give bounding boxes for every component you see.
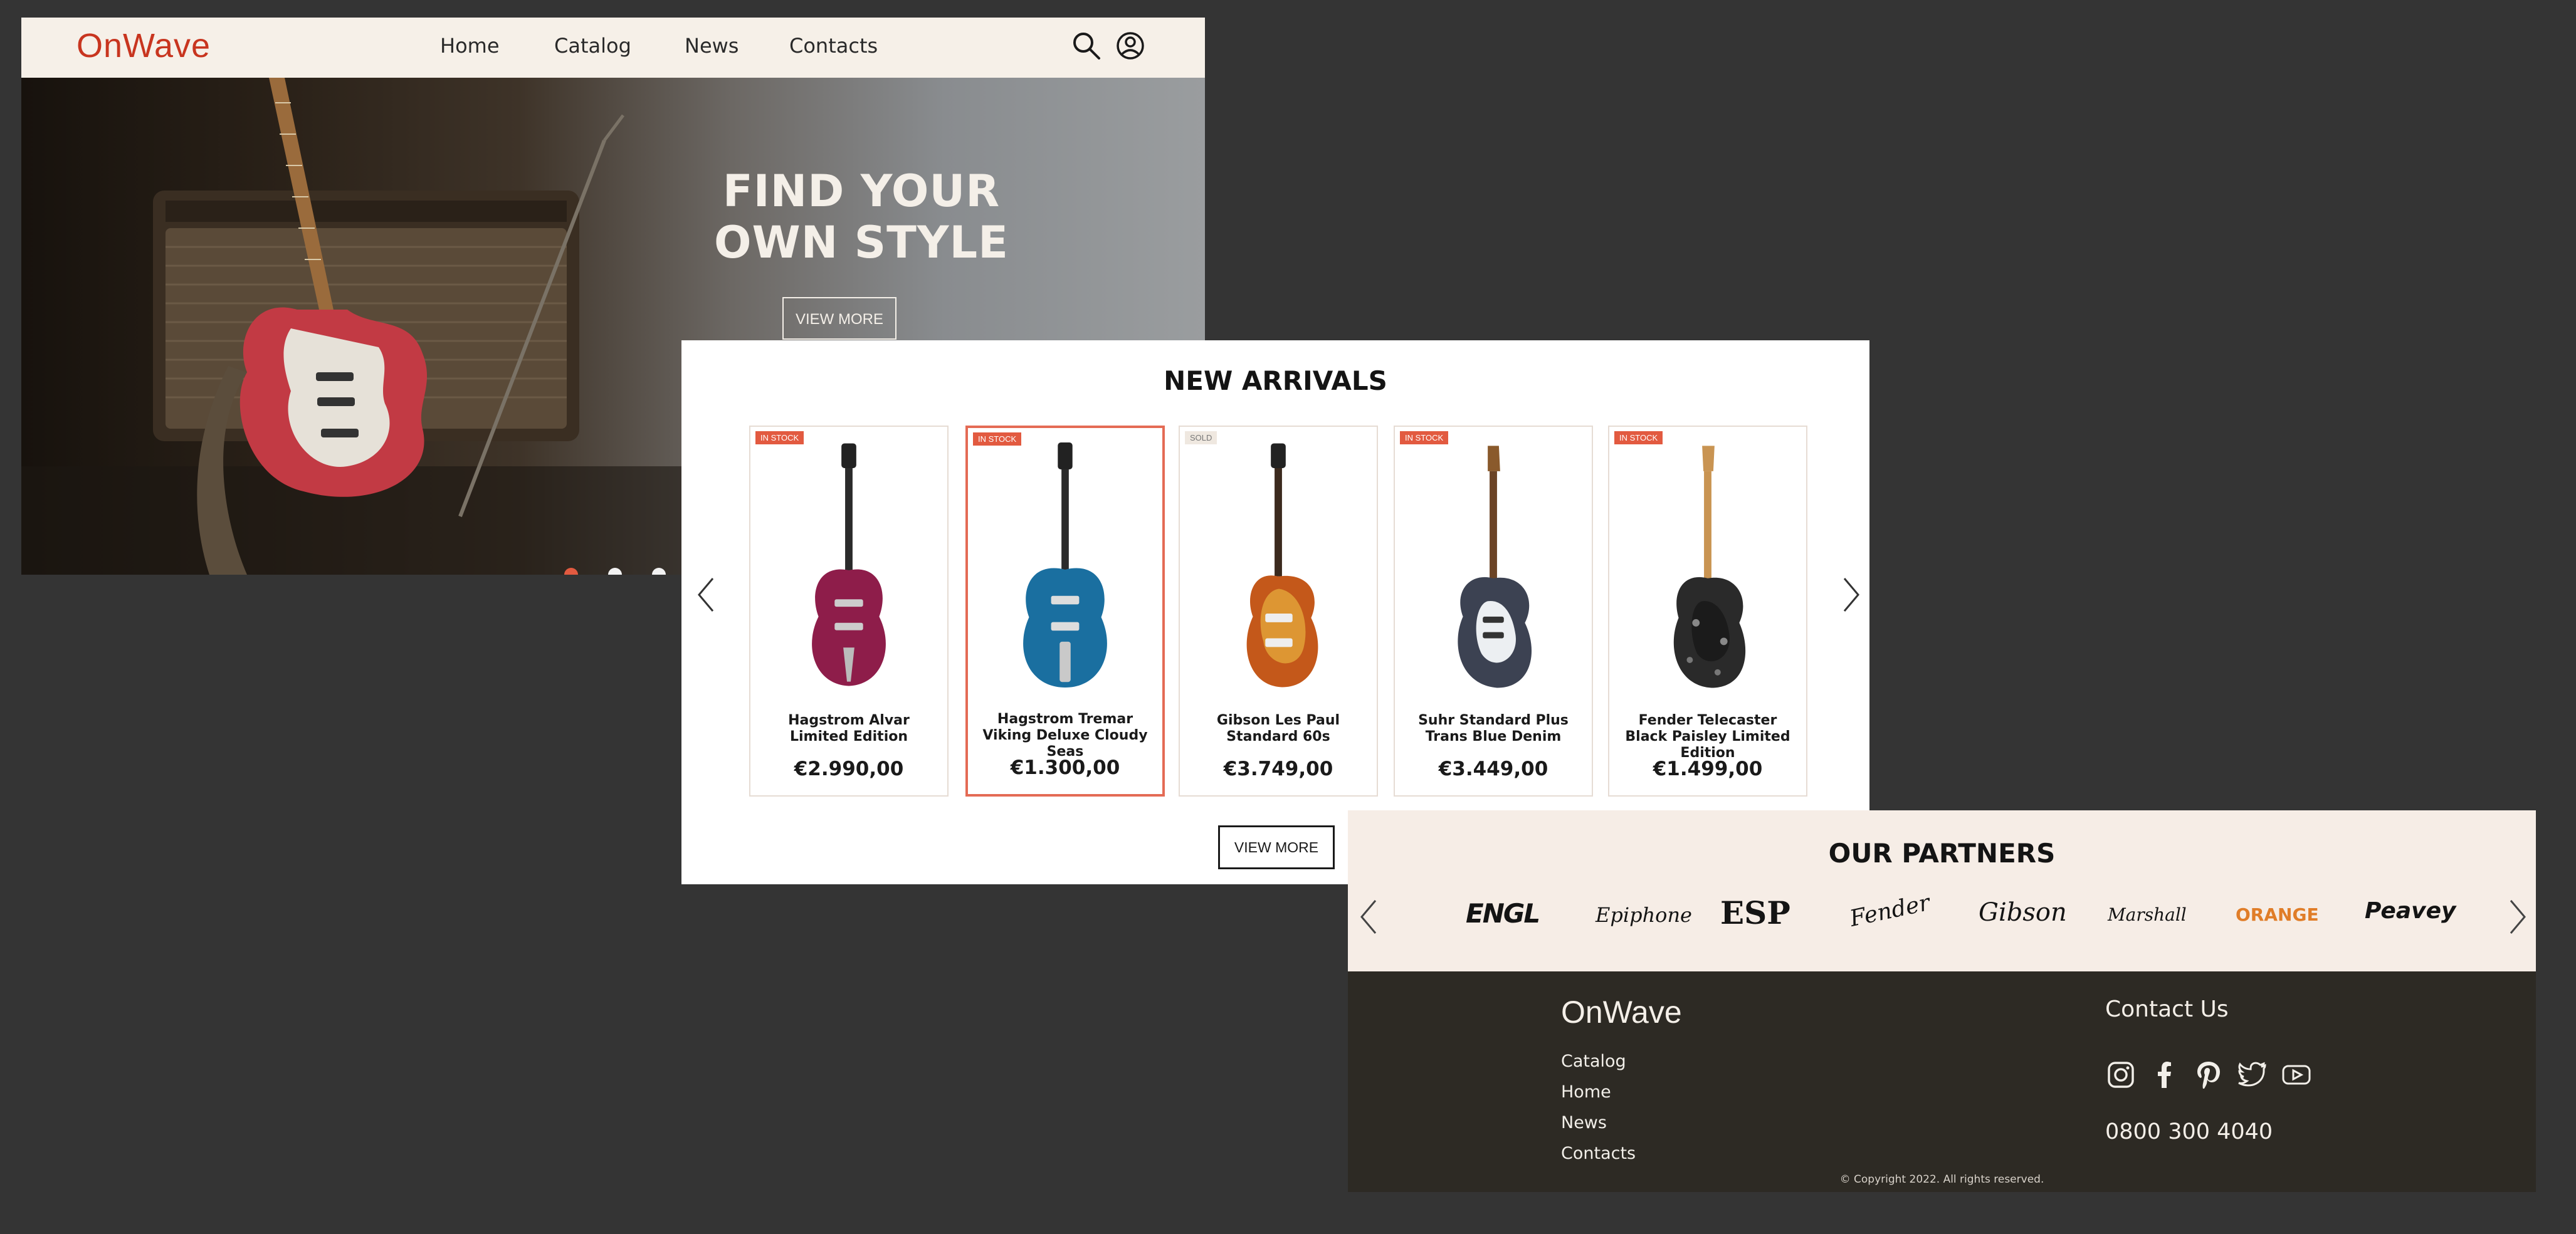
arrivals-view-more-button[interactable]: VIEW MORE xyxy=(1218,825,1335,869)
footer: OnWave Catalog Home News Contacts Contac… xyxy=(1348,971,2536,1192)
product-card-selected[interactable]: IN STOCK Hagstrom Tremar Viking Deluxe C… xyxy=(965,426,1165,797)
partners-title: OUR PARTNERS xyxy=(1828,838,2056,869)
partner-marshall-logo[interactable]: Marshall xyxy=(2108,904,2187,925)
footer-link-contacts[interactable]: Contacts xyxy=(1561,1144,1636,1163)
product-price: €3.749,00 xyxy=(1223,758,1333,780)
pinterest-icon[interactable] xyxy=(2193,1059,2224,1090)
contact-us-heading: Contact Us xyxy=(2105,996,2229,1022)
product-card[interactable]: IN STOCK Hagstrom Alvar Limited Edition … xyxy=(749,426,949,797)
logo[interactable]: OnWave xyxy=(76,26,211,65)
top-navigation: OnWave Home Catalog News Contacts xyxy=(21,18,1205,78)
product-name: Suhr Standard Plus Trans Blue Denim xyxy=(1418,713,1569,745)
partner-fender-logo[interactable]: Fender xyxy=(1848,890,1932,932)
product-name: Fender Telecaster Black Paisley Limited … xyxy=(1625,713,1790,761)
youtube-icon[interactable] xyxy=(2281,1059,2312,1090)
hero-view-more-button[interactable]: VIEW MORE xyxy=(782,297,896,340)
partner-orange-logo[interactable]: ORANGE xyxy=(2236,904,2319,925)
product-card[interactable]: IN STOCK Suhr Standard Plus Trans Blue D… xyxy=(1394,426,1593,797)
partner-epiphone-logo[interactable]: Epiphone xyxy=(1596,903,1692,927)
chevron-right-icon[interactable] xyxy=(2505,898,2530,936)
partner-peavey-logo[interactable]: Peavey xyxy=(2365,898,2456,924)
footer-link-catalog[interactable]: Catalog xyxy=(1561,1052,1626,1071)
instagram-icon[interactable] xyxy=(2105,1059,2137,1090)
new-arrivals-title: NEW ARRIVALS xyxy=(1164,365,1387,396)
nav-news[interactable]: News xyxy=(685,34,739,58)
product-card[interactable]: SOLD Gibson Les Paul Standard 60s €3.749… xyxy=(1179,426,1378,797)
facebook-icon[interactable] xyxy=(2149,1059,2180,1090)
hero-title-line-2: OWN STYLE xyxy=(714,217,1009,268)
new-arrivals-panel: NEW ARRIVALS IN STOCK Hagstrom Alvar Lim… xyxy=(681,340,1869,884)
partners-panel: OUR PARTNERS ENGL Epiphone ESP Fender Gi… xyxy=(1348,810,2536,971)
nav-contacts[interactable]: Contacts xyxy=(789,34,878,58)
product-price: €3.449,00 xyxy=(1438,758,1548,780)
product-price: €1.499,00 xyxy=(1653,758,1763,780)
search-icon[interactable] xyxy=(1071,30,1102,61)
hero-title-line-1: FIND YOUR xyxy=(722,165,1001,217)
partner-engl-logo[interactable]: ENGL xyxy=(1466,898,1540,929)
partner-gibson-logo[interactable]: Gibson xyxy=(1979,898,2067,927)
product-image xyxy=(1246,443,1318,688)
product-name: Hagstrom Tremar Viking Deluxe Cloudy Sea… xyxy=(982,711,1148,760)
product-name: Gibson Les Paul Standard 60s xyxy=(1216,713,1340,745)
product-price: €1.300,00 xyxy=(1010,756,1120,779)
footer-link-news[interactable]: News xyxy=(1561,1113,1607,1132)
partner-esp-logo[interactable]: ESP xyxy=(1720,894,1790,931)
chevron-left-icon[interactable] xyxy=(694,576,719,614)
phone-number[interactable]: 0800 300 4040 xyxy=(2105,1119,2273,1144)
product-image xyxy=(1673,446,1746,688)
nav-home[interactable]: Home xyxy=(440,34,500,58)
product-image xyxy=(812,443,886,686)
twitter-icon[interactable] xyxy=(2237,1059,2268,1090)
footer-logo[interactable]: OnWave xyxy=(1561,994,1682,1030)
hero-title: FIND YOUR OWN STYLE xyxy=(648,165,1075,268)
chevron-left-icon[interactable] xyxy=(1357,898,1382,936)
product-price: €2.990,00 xyxy=(794,758,904,780)
footer-link-home[interactable]: Home xyxy=(1561,1082,1611,1102)
user-icon[interactable] xyxy=(1115,30,1146,61)
chevron-right-icon[interactable] xyxy=(1838,576,1863,614)
product-image xyxy=(1458,446,1532,688)
product-card[interactable]: IN STOCK Fender Telecaster Black Paisley… xyxy=(1608,426,1807,797)
product-image xyxy=(1023,442,1107,688)
nav-catalog[interactable]: Catalog xyxy=(554,34,631,58)
copyright-text: © Copyright 2022. All rights reserved. xyxy=(1839,1173,2044,1186)
product-name: Hagstrom Alvar Limited Edition xyxy=(788,713,910,745)
